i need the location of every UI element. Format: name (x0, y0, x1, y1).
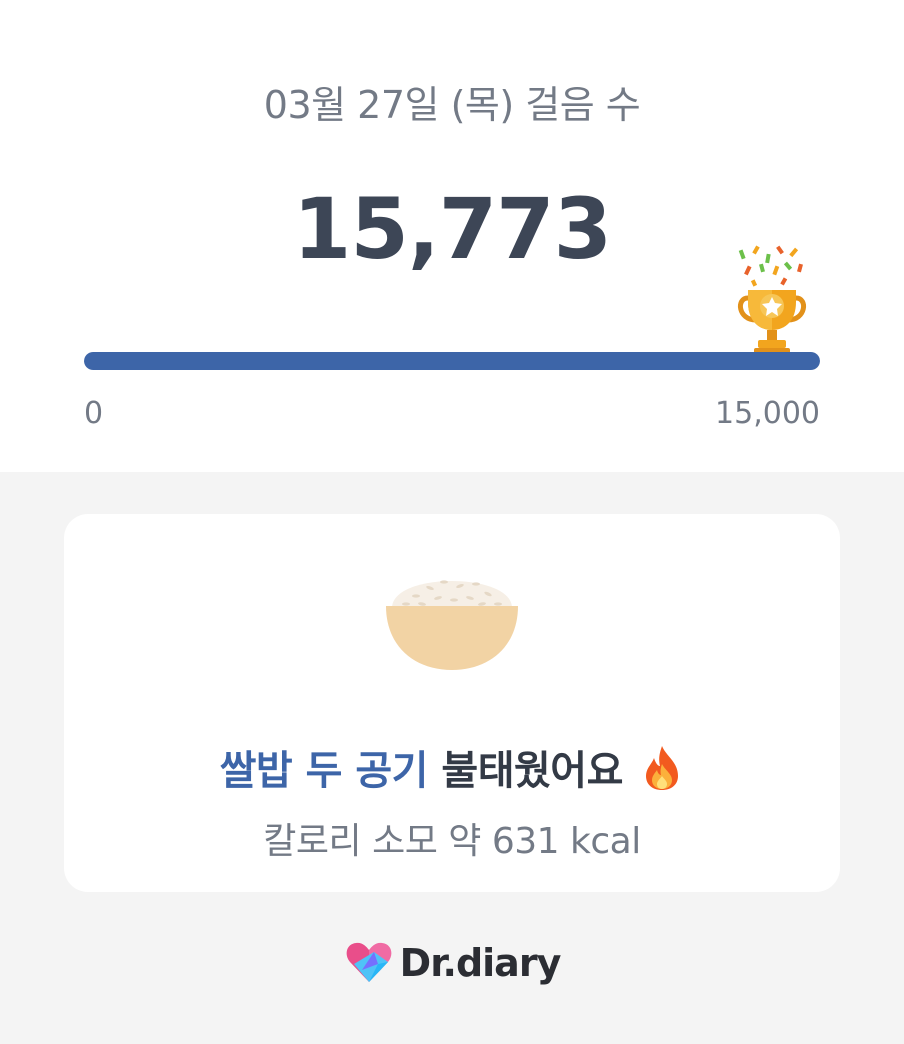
brand-footer: Dr.diary (0, 940, 904, 986)
brand-name: Dr.diary (399, 941, 562, 985)
fire-icon (646, 746, 679, 790)
step-progress-bar (84, 352, 820, 370)
calorie-burned: 칼로리 소모 약 631 kcal (263, 821, 641, 862)
food-equivalent: 쌀밥 두 공기 (219, 748, 429, 794)
brand-heart-icon (346, 942, 392, 982)
progress-scale-min: 0 (84, 396, 104, 431)
calorie-card: 쌀밥 두 공기 불태웠어요 칼로리 소모 약 631 kcal (64, 514, 840, 892)
rice-bowl-icon (386, 580, 518, 670)
headline-suffix: 불태웠어요 (427, 748, 623, 794)
step-progress-fill (84, 352, 820, 370)
calorie-headline: 쌀밥 두 공기 불태웠어요 (64, 738, 840, 796)
progress-scale-max: 15,000 (715, 396, 820, 431)
date-title: 03월 27일 (목) 걸음 수 (263, 83, 641, 127)
trophy-icon (738, 245, 806, 354)
steps-section: 03월 27일 (목) 걸음 수 15,773 0 15,000 (0, 0, 904, 472)
